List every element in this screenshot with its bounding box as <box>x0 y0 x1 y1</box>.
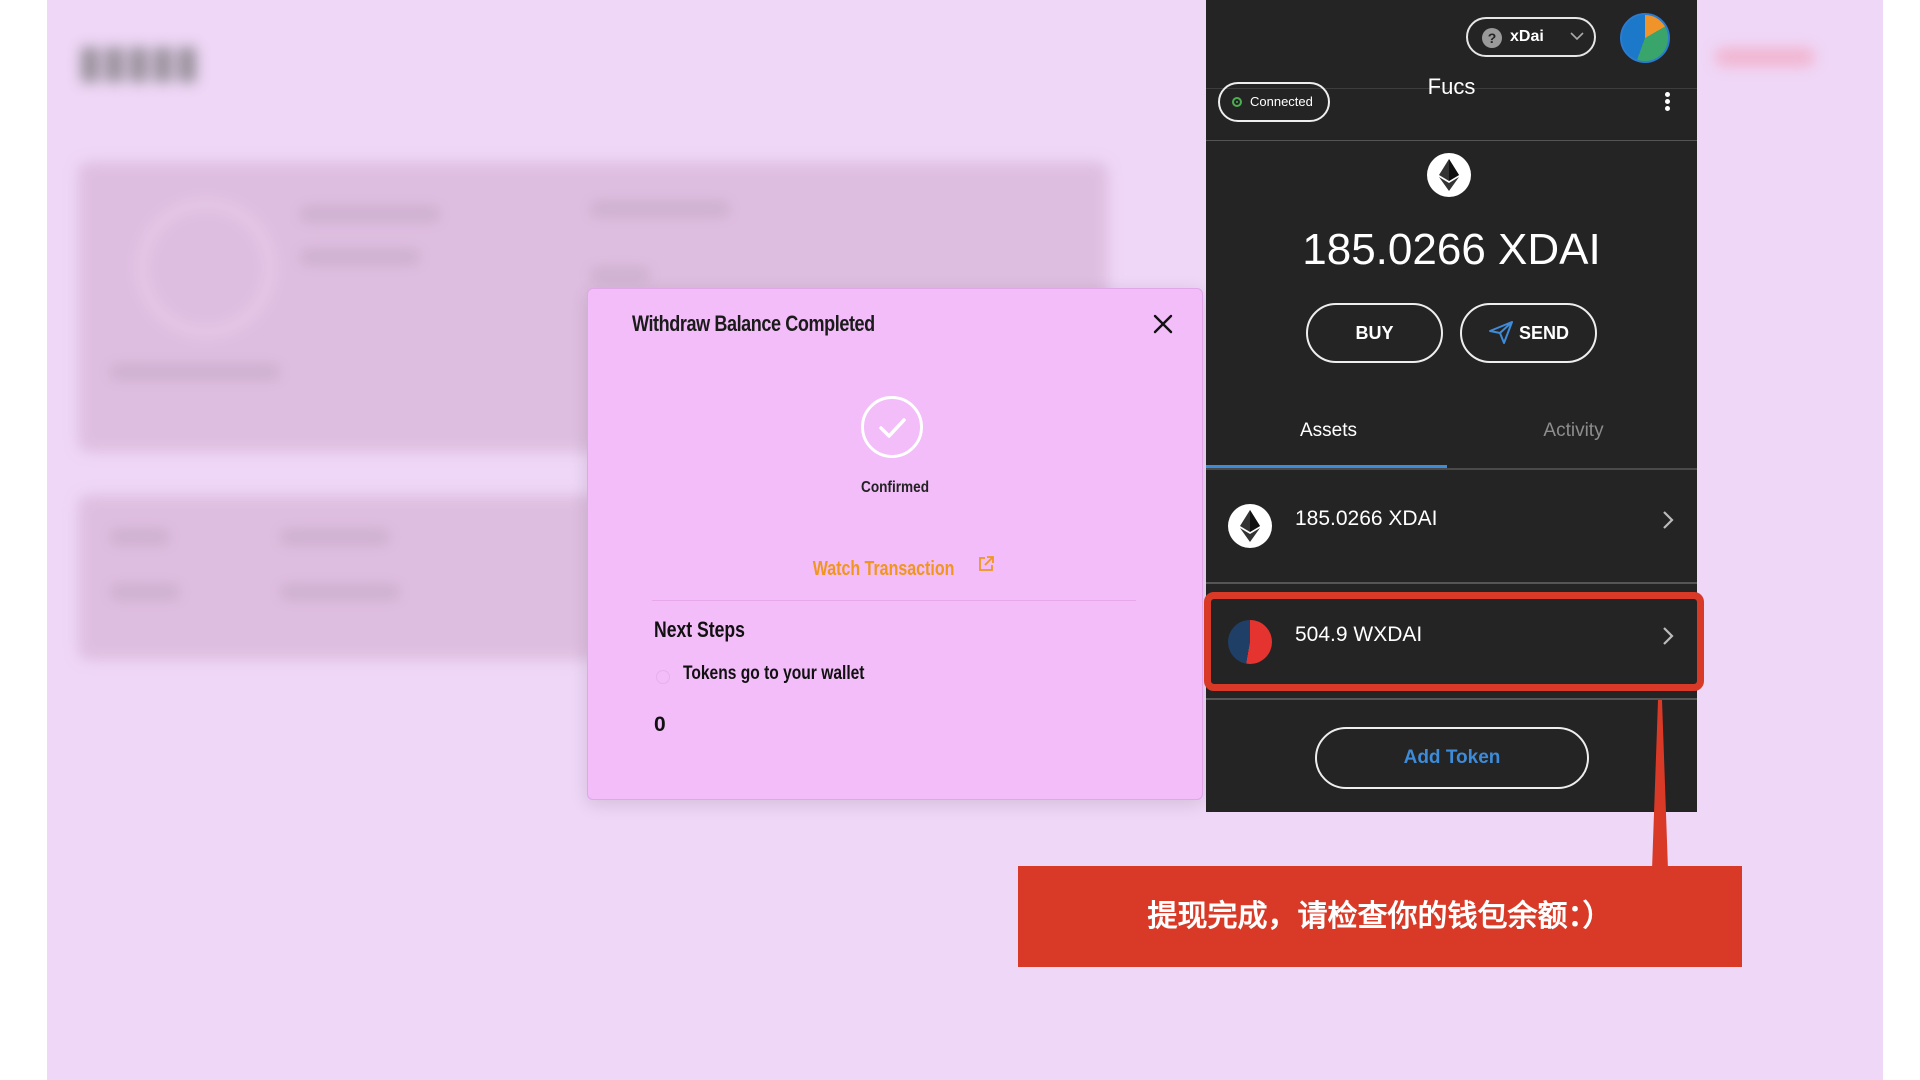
divider <box>652 600 1136 601</box>
blurred-page-title: ▮▮▮▮▮ <box>78 37 200 86</box>
watch-transaction-label: Watch Transaction <box>812 558 955 580</box>
send-label: SEND <box>1519 323 1570 343</box>
ethereum-icon <box>1228 504 1272 548</box>
blurred-line <box>110 585 180 599</box>
status-label: Confirmed <box>861 479 929 496</box>
send-button[interactable]: SEND <box>1460 303 1597 363</box>
active-tab-indicator <box>1206 465 1447 468</box>
tab-activity[interactable]: Activity <box>1451 420 1696 442</box>
chevron-right-icon <box>1658 508 1678 537</box>
blurred-stats-card <box>78 495 598 660</box>
add-token-button[interactable]: Add Token <box>1315 727 1589 789</box>
blurred-line <box>110 365 280 379</box>
checkmark-icon <box>861 396 923 458</box>
balance-amount: 185.0266 XDAI <box>1302 225 1601 274</box>
blurred-line <box>280 530 390 544</box>
question-icon: ? <box>1482 28 1502 48</box>
callout-banner: 提现完成，请检查你的钱包余额：） <box>1018 866 1742 967</box>
blurred-line <box>280 585 400 599</box>
blurred-avatar <box>138 200 274 336</box>
blurred-line <box>590 202 730 216</box>
asset-label: 185.0266 XDAI <box>1295 507 1438 530</box>
network-label: xDai <box>1510 28 1544 45</box>
withdraw-complete-modal: Withdraw Balance Completed Confirmed Wat… <box>587 288 1203 800</box>
callout-pointer <box>1648 700 1672 875</box>
account-avatar[interactable] <box>1620 13 1670 63</box>
next-steps-heading: Next Steps <box>654 617 745 642</box>
blurred-header-button <box>1715 48 1815 66</box>
asset-row-xdai[interactable]: 185.0266 XDAI <box>1206 470 1697 584</box>
blurred-line <box>590 268 650 282</box>
ethereum-icon <box>1427 153 1471 197</box>
close-icon[interactable] <box>1148 309 1178 339</box>
watch-transaction-link[interactable]: Watch Transaction <box>588 555 1202 581</box>
modal-title: Withdraw Balance Completed <box>632 311 875 336</box>
buy-button[interactable]: BUY <box>1306 303 1443 363</box>
account-row: Connected Fucs <box>1206 74 1697 141</box>
tab-assets[interactable]: Assets <box>1206 420 1451 442</box>
step-text: Tokens go to your wallet <box>683 663 865 684</box>
account-name[interactable]: Fucs <box>1206 74 1697 100</box>
external-link-icon <box>977 556 995 580</box>
send-icon <box>1488 321 1519 344</box>
highlight-box <box>1204 592 1704 691</box>
blurred-line <box>110 530 170 544</box>
chevron-down-icon <box>1568 27 1586 50</box>
step-value: 0 <box>654 713 666 736</box>
step-indicator-icon <box>656 670 670 684</box>
network-selector[interactable]: ? xDai <box>1466 17 1596 57</box>
more-options-icon[interactable] <box>1662 90 1672 116</box>
blurred-line <box>300 250 420 264</box>
blurred-line <box>300 207 440 221</box>
